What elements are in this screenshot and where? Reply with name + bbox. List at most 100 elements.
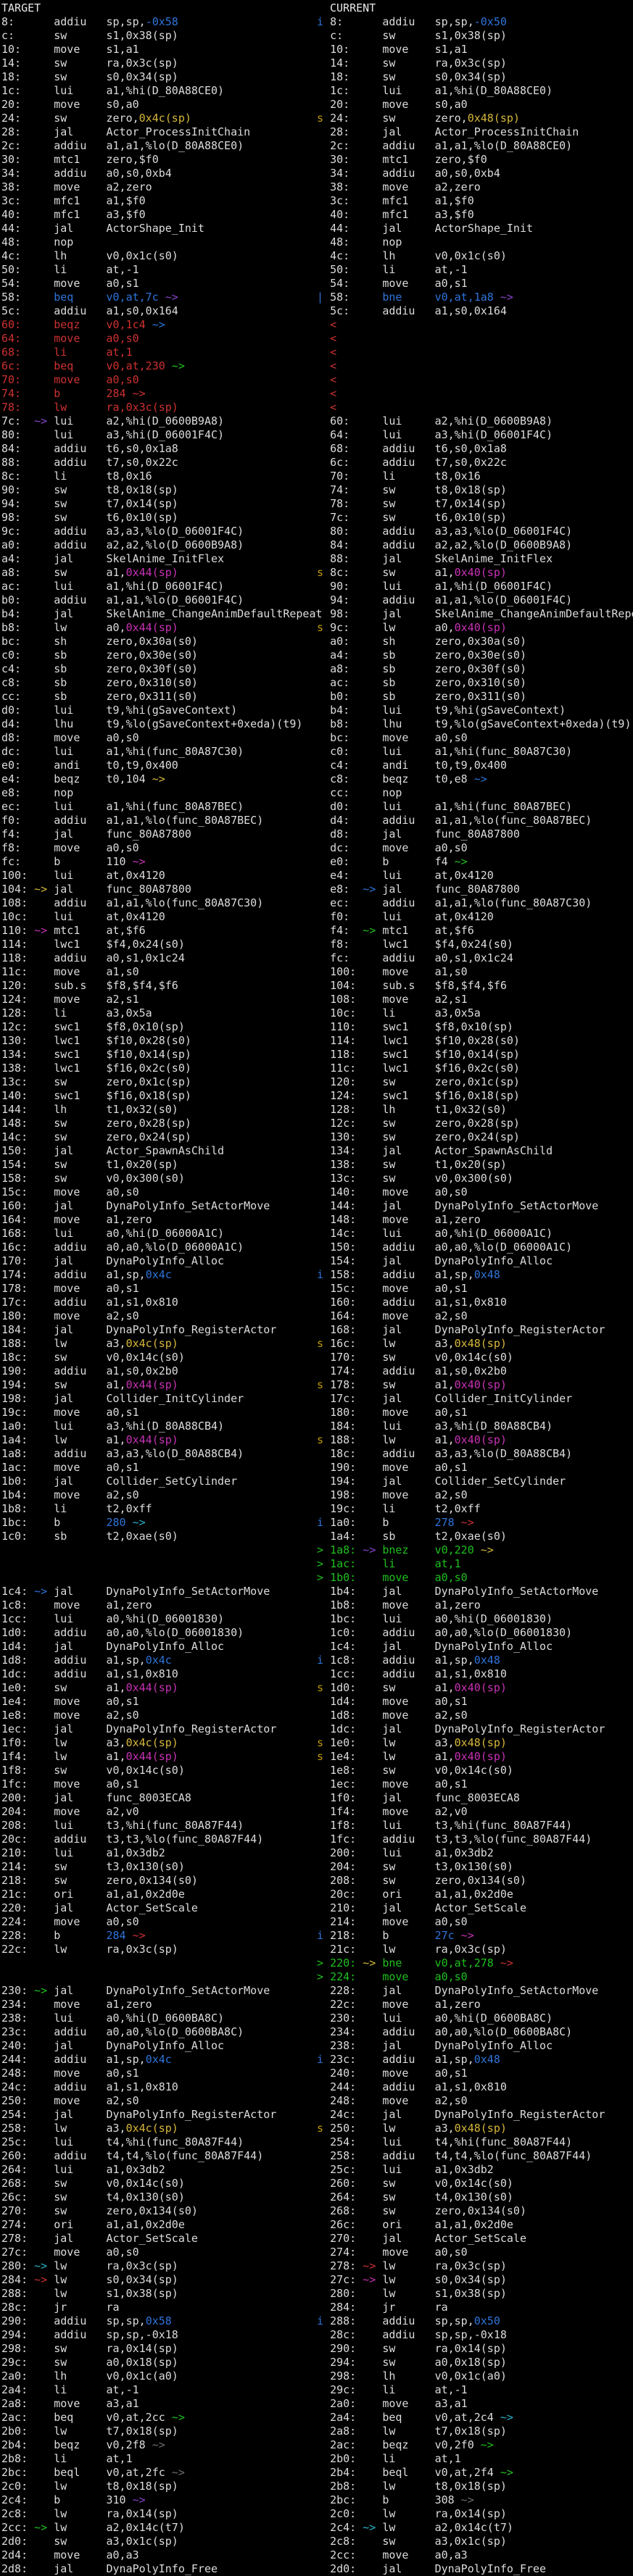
asm-line-current: s 1e0: lw a3,0x48(sp) [317, 1736, 633, 1750]
asm-line-current: 2b8: lw t8,0x18(sp) [317, 2480, 633, 2493]
asm-line-current: 60: lui a2,%hi(D_0600B9A8) [317, 414, 633, 428]
asm-line-current: s 1d0: sw a1,0x40(sp) [317, 1681, 633, 1695]
asm-line-target: 180: move a2,s0 [0, 1309, 317, 1323]
asm-row: 27c: move a0,s0 274: move a0,s0 [0, 2246, 633, 2259]
asm-line-current: a0: sh zero,0x30a(s0) [317, 635, 633, 649]
asm-line-current: 10: move s1,a1 [317, 43, 633, 57]
asm-line-target: 208: lui t3,%hi(func_80A87F44) [0, 1819, 317, 1833]
asm-line-target: 19c: move a0,s1 [0, 1406, 317, 1420]
asm-line-target: 18: sw s0,0x34(sp) [0, 70, 317, 84]
asm-line-target: 1fc: move a0,s1 [0, 1777, 317, 1791]
asm-row: 110: ~> mtc1 at,$f6 f4: ~> mtc1 at,$f6 [0, 924, 633, 938]
asm-line-target: 164: move a1,zero [0, 1213, 317, 1227]
asm-line-current: 230: lui a0,%hi(D_0600BA8C) [317, 2012, 633, 2025]
asm-line-current: 274: move a0,s0 [317, 2246, 633, 2259]
asm-row: 34: addiu a0,s0,0xb4 34: addiu a0,s0,0xb… [0, 167, 633, 180]
asm-line-current: 1f4: move a2,v0 [317, 1805, 633, 1819]
diff-column-header-current: CURRENT [317, 1, 633, 15]
asm-line-target: 2d0: sw a3,0x1c(sp) [0, 2535, 317, 2548]
asm-line-current: f4: ~> mtc1 at,$f6 [317, 924, 633, 938]
asm-line-target: 28c: jr ra [0, 2301, 317, 2314]
asm-line-current: i 23c: addiu a1,sp,0x48 [317, 2053, 633, 2067]
asm-line-current: 148: move a1,zero [317, 1213, 633, 1227]
asm-row: e4: beqz t0,104 ~> c8: beqz t0,e8 ~> [0, 772, 633, 786]
asm-line-current: bc: move a0,s0 [317, 731, 633, 745]
asm-line-target: 1a8: addiu a3,a3,%lo(D_80A88CB4) [0, 1447, 317, 1461]
asm-line-current: 1bc: lui a0,%hi(D_06001830) [317, 1612, 633, 1626]
asm-line-current: 40: mfc1 a3,$f0 [317, 208, 633, 222]
asm-line-target: 44: jal ActorShape_Init [0, 222, 317, 235]
asm-line-target [0, 1571, 317, 1585]
asm-line-current: 290: sw ra,0x14(sp) [317, 2342, 633, 2356]
asm-line-target: 194: sw a1,0x44(sp) [0, 1378, 317, 1392]
asm-line-target [0, 1956, 317, 1970]
asm-line-target: 1e0: sw a1,0x44(sp) [0, 1681, 317, 1695]
asm-line-current: 2a8: lw t7,0x18(sp) [317, 2425, 633, 2438]
asm-line-current: 2c8: sw a3,0x1c(sp) [317, 2535, 633, 2548]
asm-line-current: < [317, 332, 633, 346]
asm-row: c0: sb zero,0x30e(s0) a4: sb zero,0x30e(… [0, 649, 633, 662]
asm-row: 28: jal Actor_ProcessInitChain 28: jal A… [0, 125, 633, 139]
asm-row: 1c4: ~> jal DynaPolyInfo_SetActorMove 1b… [0, 1585, 633, 1598]
asm-row: 240: jal DynaPolyInfo_Alloc 238: jal Dyn… [0, 2039, 633, 2053]
asm-line-current: 130: sw zero,0x24(sp) [317, 1130, 633, 1144]
asm-row: 154: sw t1,0x20(sp) 138: sw t1,0x20(sp) [0, 1158, 633, 1172]
asm-line-target: 270: sw zero,0x134(s0) [0, 2204, 317, 2218]
asm-row: 1a4: lw a1,0x44(sp)s 188: lw a1,0x40(sp) [0, 1433, 633, 1447]
asm-line-current: e0: b f4 ~> [317, 855, 633, 869]
asm-line-current: 198: move a2,s0 [317, 1488, 633, 1502]
asm-line-current: 1f8: lui t3,%hi(func_80A87F44) [317, 1819, 633, 1833]
asm-line-target: 278: jal Actor_SetScale [0, 2232, 317, 2246]
asm-line-target: 184: jal DynaPolyInfo_RegisterActor [0, 1323, 317, 1337]
asm-line-target: ec: lui a1,%hi(func_80A87BEC) [0, 800, 317, 814]
asm-line-target: 100: lui at,0x4120 [0, 869, 317, 883]
asm-line-target: 204: move a2,v0 [0, 1805, 317, 1819]
asm-line-current: 184: lui a3,%hi(D_80A88CB4) [317, 1420, 633, 1433]
asm-line-target: 2c8: lw ra,0x14(sp) [0, 2507, 317, 2521]
asm-row: 1c0: sb t2,0xae(s0) 1a4: sb t2,0xae(s0) [0, 1530, 633, 1543]
asm-line-current: 180: move a0,s1 [317, 1406, 633, 1420]
asm-line-target: 1d4: jal DynaPolyInfo_Alloc [0, 1640, 317, 1654]
asm-row: c: sw s1,0x38(sp) c: sw s1,0x38(sp) [0, 29, 633, 43]
asm-line-current: 25c: lui a1,0x3db2 [317, 2163, 633, 2177]
asm-line-current: 174: addiu a1,s0,0x2b0 [317, 1364, 633, 1378]
asm-row: 2c: addiu a1,a1,%lo(D_80A88CE0) 2c: addi… [0, 139, 633, 153]
asm-diff-rows: 8: addiu sp,sp,-0x58i 8: addiu sp,sp,-0x… [0, 15, 633, 2576]
asm-line-target: 24c: addiu a1,s1,0x810 [0, 2080, 317, 2094]
asm-line-target: 240: jal DynaPolyInfo_Alloc [0, 2039, 317, 2053]
asm-line-target: 14c: sw zero,0x24(sp) [0, 1130, 317, 1144]
asm-row: 58: beq v0,at,7c ~>| 58: bne v0,at,1a8 ~… [0, 291, 633, 304]
asm-line-target: 88: addiu t7,s0,0x22c [0, 456, 317, 470]
asm-line-target: 1d8: addiu a1,sp,0x4c [0, 1654, 317, 1667]
asm-line-current: 194: jal Collider_SetCylinder [317, 1475, 633, 1488]
asm-line-target: 1c4: ~> jal DynaPolyInfo_SetActorMove [0, 1585, 317, 1598]
asm-row: 1c: lui a1,%hi(D_80A88CE0) 1c: lui a1,%h… [0, 84, 633, 98]
asm-line-target: 6c: beq v0,at,230 ~> [0, 359, 317, 373]
asm-line-current: 110: swc1 $f8,0x10(sp) [317, 1020, 633, 1034]
asm-line-current: 1c: lui a1,%hi(D_80A88CE0) [317, 84, 633, 98]
asm-line-current: 78: sw t7,0x14(sp) [317, 497, 633, 511]
asm-line-target: 1d0: addiu a0,a0,%lo(D_06001830) [0, 1626, 317, 1640]
asm-line-current: i 158: addiu a1,sp,0x48 [317, 1268, 633, 1282]
asm-row: 30: mtc1 zero,$f0 30: mtc1 zero,$f0 [0, 153, 633, 167]
asm-line-current: 34: addiu a0,s0,0xb4 [317, 167, 633, 180]
asm-row: 94: sw t7,0x14(sp) 78: sw t7,0x14(sp) [0, 497, 633, 511]
asm-row: 218: sw zero,0x134(s0) 208: sw zero,0x13… [0, 1874, 633, 1888]
asm-line-current: 210: jal Actor_SetScale [317, 1901, 633, 1915]
asm-row: 174: addiu a1,sp,0x4ci 158: addiu a1,sp,… [0, 1268, 633, 1282]
asm-line-current: 284: jr ra [317, 2301, 633, 2314]
asm-row: 2d4: move a0,a3 2cc: move a0,a3 [0, 2548, 633, 2562]
asm-line-current: 138: sw t1,0x20(sp) [317, 1158, 633, 1172]
asm-line-current: 150: addiu a0,a0,%lo(D_06000A1C) [317, 1241, 633, 1254]
asm-line-current: e8: ~> jal func_80A87800 [317, 883, 633, 896]
asm-line-current: 54: move a0,s1 [317, 277, 633, 291]
asm-row: 160: jal DynaPolyInfo_SetActorMove 144: … [0, 1199, 633, 1213]
asm-line-current: 208: sw zero,0x134(s0) [317, 1874, 633, 1888]
asm-line-current: 104: sub.s $f8,$f4,$f6 [317, 979, 633, 993]
asm-line-target: 17c: addiu a1,s1,0x810 [0, 1296, 317, 1309]
asm-line-current: 10c: li a3,0x5a [317, 1006, 633, 1020]
asm-line-target: 70: move a0,s0 [0, 373, 317, 387]
asm-row: 204: move a2,v0 1f4: move a2,v0 [0, 1805, 633, 1819]
asm-line-target: 68: li at,1 [0, 346, 317, 359]
asm-row: a0: addiu a2,a2,%lo(D_0600B9A8) 84: addi… [0, 538, 633, 552]
